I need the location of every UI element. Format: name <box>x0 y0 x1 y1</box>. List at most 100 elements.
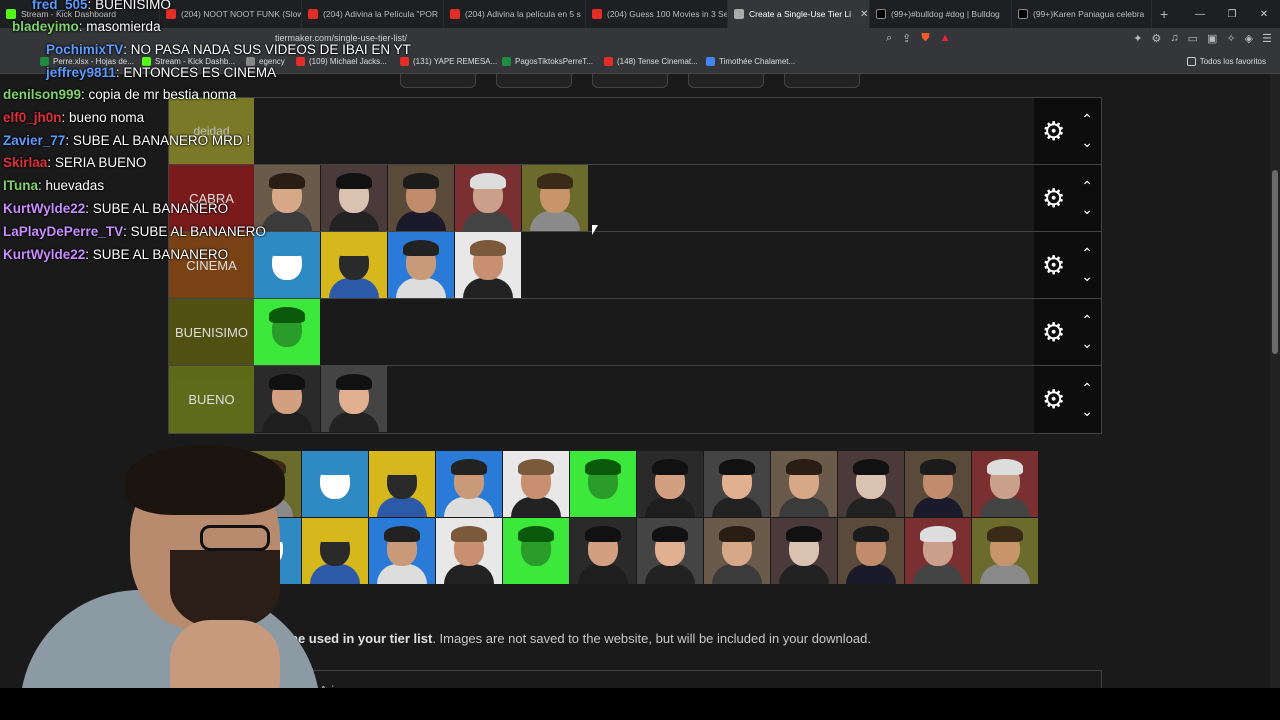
move-arrows: ⌃ ⌄ <box>1081 178 1093 218</box>
gear-icon[interactable]: ⚙ <box>1042 384 1065 415</box>
tier-item-image[interactable] <box>321 366 387 432</box>
browser-tab[interactable]: (99+)Karen Paniagua celebra <box>1012 0 1152 28</box>
tier-item-image[interactable] <box>905 518 971 584</box>
tier-items-area[interactable] <box>254 366 1034 433</box>
tier-controls: ⚙ ⌃ ⌄ <box>1034 165 1101 231</box>
tier-item-image[interactable] <box>570 518 636 584</box>
folder-icon <box>1186 57 1196 66</box>
tier-item-image[interactable] <box>637 451 703 517</box>
tier-item-image[interactable] <box>637 518 703 584</box>
wallet-icon[interactable]: ▣ <box>1207 32 1217 45</box>
tier-items-area[interactable] <box>254 165 1034 231</box>
tier-item-image[interactable] <box>503 451 569 517</box>
zoom-icon[interactable]: ⌕ <box>886 32 892 45</box>
chat-text: SUBE AL BANANERO <box>130 224 266 239</box>
gear-icon[interactable]: ⚙ <box>1042 183 1065 214</box>
puzzle-icon[interactable]: ⚙ <box>1152 32 1162 45</box>
chat-text: SUBE AL BANANERO MRD ! <box>72 133 251 148</box>
browser-tab[interactable]: (99+)#bulldog #dog | Bulldog <box>870 0 1012 28</box>
top-button[interactable] <box>688 74 764 88</box>
youtube-icon <box>592 9 602 19</box>
minimize-icon[interactable]: — <box>1184 0 1216 28</box>
chevron-up-icon[interactable]: ⌃ <box>1081 111 1093 128</box>
tier-items-area[interactable] <box>254 98 1034 164</box>
move-arrows: ⌃ ⌄ <box>1081 245 1093 285</box>
bookmark-item[interactable]: PagosTiktoksPerreT... <box>502 57 593 66</box>
tier-item-image[interactable] <box>388 232 454 298</box>
gear-icon[interactable]: ⚙ <box>1042 250 1065 281</box>
new-tab-icon[interactable]: + <box>1152 6 1176 22</box>
chevron-up-icon[interactable]: ⌃ <box>1081 178 1093 195</box>
chevron-down-icon[interactable]: ⌄ <box>1081 134 1093 151</box>
tier-item-image[interactable] <box>321 165 387 231</box>
tier-label[interactable]: BUENISIMO <box>169 299 254 365</box>
browser-tab[interactable]: (204) Adivina la Película "POR <box>302 0 444 28</box>
tier-item-image[interactable] <box>838 451 904 517</box>
tier-item-image[interactable] <box>771 451 837 517</box>
all-favorites[interactable]: Todos los favoritos <box>1186 57 1266 66</box>
tier-item-image[interactable] <box>455 165 521 231</box>
sidebar-icon[interactable]: ▭ <box>1188 32 1198 45</box>
tier-item-image[interactable] <box>905 451 971 517</box>
tier-item-image[interactable] <box>369 518 435 584</box>
tier-item-image[interactable] <box>455 232 521 298</box>
tier-item-image[interactable] <box>771 518 837 584</box>
chevron-up-icon[interactable]: ⌃ <box>1081 380 1093 397</box>
chevron-up-icon[interactable]: ⌃ <box>1081 245 1093 262</box>
tier-item-image[interactable] <box>321 232 387 298</box>
tier-item-image[interactable] <box>972 451 1038 517</box>
top-button[interactable] <box>400 74 476 88</box>
tier-item-image[interactable] <box>570 451 636 517</box>
tab-label: Create a Single-Use Tier Li <box>749 9 852 19</box>
brave-rewards-icon[interactable]: ▲ <box>940 32 951 45</box>
gear-icon[interactable]: ⚙ <box>1042 116 1065 147</box>
gear-icon[interactable]: ⚙ <box>1042 317 1065 348</box>
bookmark-item[interactable]: (109) Michael Jacks... <box>296 57 387 66</box>
bookmark-item[interactable]: (131) YAPE REMESA... <box>400 57 497 66</box>
tier-item-image[interactable] <box>254 366 320 432</box>
ai-icon[interactable]: ✧ <box>1226 32 1235 45</box>
share-icon[interactable]: ⇪ <box>902 32 911 45</box>
bookmark-item[interactable]: Timothée Chalamet... <box>706 57 795 66</box>
scrollbar[interactable] <box>1270 74 1280 720</box>
tier-item-image[interactable] <box>436 451 502 517</box>
scrollbar-thumb[interactable] <box>1272 170 1278 354</box>
chevron-down-icon[interactable]: ⌄ <box>1081 335 1093 352</box>
chevron-up-icon[interactable]: ⌃ <box>1081 312 1093 329</box>
top-button[interactable] <box>592 74 668 88</box>
chevron-down-icon[interactable]: ⌄ <box>1081 201 1093 218</box>
tier-items-area[interactable] <box>254 232 1034 298</box>
tier-item-image[interactable] <box>972 518 1038 584</box>
browser-tab[interactable]: (204) Adivina la película en 5 s <box>444 0 586 28</box>
chat-message: Zavier_77: SUBE AL BANANERO MRD ! <box>3 133 251 148</box>
close-window-icon[interactable]: ✕ <box>1248 0 1280 28</box>
tier-item-image[interactable] <box>522 165 588 231</box>
close-tab-icon[interactable]: ✕ <box>860 9 868 20</box>
chevron-down-icon[interactable]: ⌄ <box>1081 403 1093 420</box>
browser-tab[interactable]: Create a Single-Use Tier Li ✕ <box>728 0 870 28</box>
tier-item-image[interactable] <box>704 518 770 584</box>
tier-item-image[interactable] <box>388 165 454 231</box>
media-icon[interactable]: ♫ <box>1170 32 1178 45</box>
tier-label[interactable]: BUENO <box>169 366 254 433</box>
tier-item-image[interactable] <box>503 518 569 584</box>
top-button[interactable] <box>496 74 572 88</box>
bookmark-item[interactable]: (148) Tense Cinemat... <box>604 57 698 66</box>
tier-controls: ⚙ ⌃ ⌄ <box>1034 366 1101 433</box>
tier-item-image[interactable] <box>369 451 435 517</box>
chat-message: elf0_jh0n: bueno noma <box>3 110 145 125</box>
restore-icon[interactable]: ❐ <box>1216 0 1248 28</box>
chevron-down-icon[interactable]: ⌄ <box>1081 268 1093 285</box>
tier-item-image[interactable] <box>704 451 770 517</box>
url-action-icons: ⌕ ⇪ ⛊ ▲ <box>886 32 951 45</box>
extension-icon[interactable]: ✦ <box>1133 32 1142 45</box>
tier-item-image[interactable] <box>838 518 904 584</box>
browser-tab[interactable]: (204) Guess 100 Movies in 3 Se <box>586 0 728 28</box>
tier-items-area[interactable] <box>254 299 1034 365</box>
top-button[interactable] <box>784 74 860 88</box>
tier-item-image[interactable] <box>436 518 502 584</box>
vpn-icon[interactable]: ◈ <box>1245 32 1253 45</box>
brave-shield-icon[interactable]: ⛊ <box>921 32 929 45</box>
tier-item-image[interactable] <box>254 299 320 365</box>
menu-icon[interactable]: ☰ <box>1262 32 1272 45</box>
